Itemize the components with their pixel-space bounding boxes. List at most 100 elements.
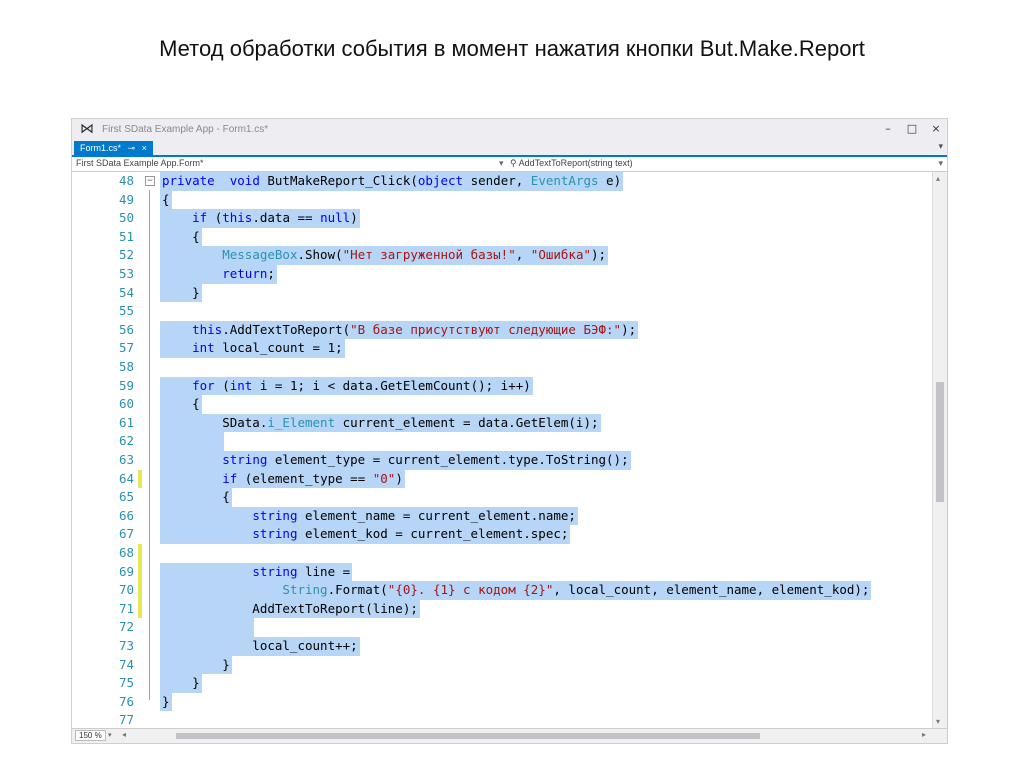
minimize-button[interactable]: –: [878, 121, 898, 137]
code-text: {: [160, 395, 202, 414]
vertical-scrollbar[interactable]: ▴ ▾: [932, 172, 947, 728]
tab-overflow-chevron-down-icon[interactable]: ▾: [938, 142, 943, 152]
line-number: 57: [118, 340, 134, 356]
code-line[interactable]: 65 {: [72, 488, 932, 507]
change-marker: [138, 358, 142, 377]
code-line[interactable]: 63 string element_type = current_element…: [72, 451, 932, 470]
change-marker: [138, 432, 142, 451]
code-token: MessageBox: [222, 247, 298, 263]
line-number: 66: [118, 507, 134, 523]
vertical-scroll-thumb[interactable]: [936, 382, 944, 502]
code-line[interactable]: 66 string element_name = current_element…: [72, 506, 932, 526]
code-line[interactable]: 61 SData.i_Element current_element = dat…: [72, 413, 932, 433]
line-number: 65: [118, 489, 134, 505]
code-line[interactable]: 68: [72, 544, 932, 563]
maximize-button[interactable]: □: [902, 121, 922, 137]
code-token: {: [162, 489, 230, 505]
code-line[interactable]: 58: [72, 358, 932, 377]
zoom-level[interactable]: 150 %: [75, 730, 106, 741]
line-number: 49: [118, 191, 134, 207]
code-text: return;: [160, 265, 277, 284]
code-line[interactable]: 64 if (element_type == "0"): [72, 469, 932, 489]
code-line[interactable]: 76}: [72, 692, 932, 712]
code-token: local_count++;: [162, 638, 358, 653]
line-number: 51: [118, 228, 134, 244]
change-marker: [138, 637, 142, 656]
scroll-right-icon[interactable]: ▸: [922, 730, 926, 739]
code-token: .Show(: [297, 247, 343, 263]
code-token: .AddTextToReport(: [222, 321, 351, 337]
close-button[interactable]: ×: [926, 121, 946, 137]
code-line[interactable]: 77: [72, 711, 932, 728]
code-line[interactable]: 50 if (this.data == null): [72, 209, 932, 228]
slide-title: Метод обработки события в момент нажатия…: [159, 36, 865, 61]
code-text: AddTextToReport(line);: [160, 599, 420, 619]
code-line[interactable]: 73 local_count++;: [72, 637, 932, 656]
code-line[interactable]: 62: [72, 432, 932, 451]
line-number: 63: [118, 452, 134, 467]
scroll-up-icon[interactable]: ▴: [936, 174, 940, 183]
code-line[interactable]: 54 }: [72, 283, 932, 303]
change-marker: [138, 377, 142, 396]
code-text: }: [160, 674, 202, 693]
code-text: {: [160, 227, 202, 247]
chevron-down-icon[interactable]: ▾: [499, 158, 504, 169]
code-line[interactable]: 56 this.AddTextToReport("В базе присутст…: [72, 320, 932, 340]
change-marker: [138, 544, 142, 563]
code-token: (element_type ==: [237, 470, 373, 486]
change-marker: [138, 284, 142, 303]
code-line[interactable]: 48 − private void ButMakeReport_Click(obje…: [72, 172, 932, 191]
code-line[interactable]: 53 return;: [72, 265, 932, 284]
code-token: i_Element: [267, 414, 336, 430]
code-text: }: [160, 655, 232, 675]
zoom-chevron-down-icon[interactable]: ▾: [108, 731, 112, 739]
code-line[interactable]: 67 string element_kod = current_element.…: [72, 525, 932, 544]
code-line[interactable]: 60 {: [72, 395, 932, 414]
code-token: SData.: [162, 414, 268, 430]
member-dropdown[interactable]: ⚲ AddTextToReport(string text): [510, 158, 633, 169]
scroll-down-icon[interactable]: ▾: [936, 717, 940, 726]
line-number: 64: [118, 470, 134, 486]
code-token: if: [192, 210, 208, 226]
code-editor[interactable]: 48 − private void ButMakeReport_Click(obje…: [72, 172, 932, 728]
code-line[interactable]: 51 {: [72, 227, 932, 247]
code-line[interactable]: 59 for (int i = 1; i < data.GetElemCount…: [72, 376, 932, 396]
code-token: .data ==: [252, 210, 321, 226]
code-token: String: [282, 582, 328, 598]
tab-form1-cs[interactable]: Form1.cs* ⊸ ×: [74, 141, 153, 155]
code-line[interactable]: 74 }: [72, 655, 932, 675]
code-line[interactable]: 72: [72, 618, 932, 637]
change-marker: [138, 693, 142, 712]
code-line[interactable]: 57 int local_count = 1;: [72, 339, 932, 358]
pin-icon[interactable]: ⊸: [128, 143, 136, 153]
code-line[interactable]: 75 }: [72, 674, 932, 693]
code-line[interactable]: 71 AddTextToReport(line);: [72, 599, 932, 619]
line-number: 62: [118, 433, 134, 449]
code-line[interactable]: 70 String.Format("{0}. {1} с кодом {2}",…: [72, 581, 932, 600]
code-line[interactable]: 55: [72, 302, 932, 321]
code-line[interactable]: 49 {: [72, 190, 932, 210]
code-token: void: [229, 173, 260, 188]
code-line[interactable]: 69 string line =: [72, 562, 932, 582]
change-marker: [138, 581, 142, 600]
class-dropdown[interactable]: First SData Example App.Form*: [76, 158, 204, 168]
collapse-toggle-icon[interactable]: −: [145, 176, 155, 186]
code-token: "0": [372, 470, 396, 486]
code-token: EventArgs: [530, 173, 599, 188]
chevron-down-icon[interactable]: ▾: [938, 158, 943, 169]
horizontal-scroll-thumb[interactable]: [176, 733, 760, 739]
line-number: 75: [118, 675, 134, 691]
line-number: 52: [118, 247, 134, 263]
scroll-left-icon[interactable]: ◂: [122, 730, 126, 739]
line-number: 56: [118, 321, 134, 337]
code-text: int local_count = 1;: [160, 339, 345, 358]
code-token: , local_count, element_name, element_kod…: [553, 582, 870, 598]
tab-close-icon[interactable]: ×: [142, 143, 147, 153]
code-line[interactable]: 52 MessageBox.Show("Нет загруженной базы…: [72, 246, 932, 265]
